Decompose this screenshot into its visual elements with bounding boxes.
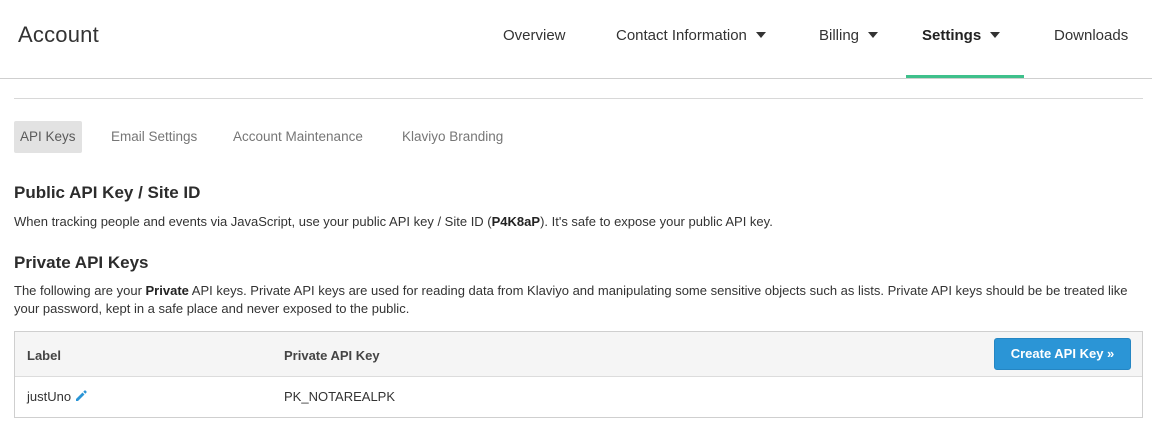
private-keys-heading: Private API Keys — [14, 253, 149, 272]
public-key-heading: Public API Key / Site ID — [14, 183, 201, 202]
nav-contact-information-label: Contact Information — [616, 27, 747, 44]
nav-contact-information[interactable]: Contact Information — [616, 0, 766, 78]
column-header-private-key: Private API Key — [284, 348, 380, 363]
active-tab-indicator — [906, 75, 1024, 78]
private-emphasis: Private — [145, 283, 189, 298]
table-header: Label Private API Key Create API Key » — [15, 332, 1142, 377]
nav-billing[interactable]: Billing — [819, 0, 879, 78]
key-label: justUno — [27, 389, 72, 404]
public-key-text-end: ). It's safe to expose your public API k… — [540, 214, 773, 229]
section-divider — [14, 98, 1143, 99]
chevron-down-icon — [990, 32, 1001, 38]
column-header-label: Label — [27, 348, 61, 363]
nav-downloads-label: Downloads — [1054, 27, 1129, 44]
nav-billing-label: Billing — [819, 27, 860, 44]
private-keys-text: The following are your — [14, 283, 146, 298]
nav-overview-label: Overview — [503, 27, 566, 44]
site-id-value: P4K8aP — [491, 214, 541, 229]
account-header: Account Overview Contact Information Bil… — [0, 0, 1152, 79]
chevron-down-icon — [755, 32, 766, 38]
subtab-account-maintenance[interactable]: Account Maintenance — [227, 121, 369, 153]
nav-overview[interactable]: Overview — [503, 0, 566, 78]
public-key-description: When tracking people and events via Java… — [14, 213, 1139, 231]
private-key-value: PK_NOTAREALPK — [284, 389, 396, 404]
nav-settings[interactable]: Settings — [922, 0, 1001, 78]
nav-downloads[interactable]: Downloads — [1054, 0, 1128, 78]
subtab-email-settings[interactable]: Email Settings — [105, 121, 203, 153]
pencil-icon[interactable] — [75, 390, 87, 405]
subtab-klaviyo-branding[interactable]: Klaviyo Branding — [396, 121, 509, 153]
create-api-key-button[interactable]: Create API Key » — [994, 338, 1131, 370]
chevron-down-icon — [868, 32, 879, 38]
public-key-text: When tracking people and events via Java… — [14, 214, 492, 229]
page-title: Account — [18, 22, 99, 47]
key-label-cell: justUno — [27, 389, 87, 405]
subtab-api-keys[interactable]: API Keys — [14, 121, 82, 153]
api-keys-table: Label Private API Key Create API Key » j… — [14, 331, 1143, 418]
private-keys-description: The following are your Private API keys.… — [14, 282, 1139, 318]
nav-settings-label: Settings — [922, 27, 982, 44]
